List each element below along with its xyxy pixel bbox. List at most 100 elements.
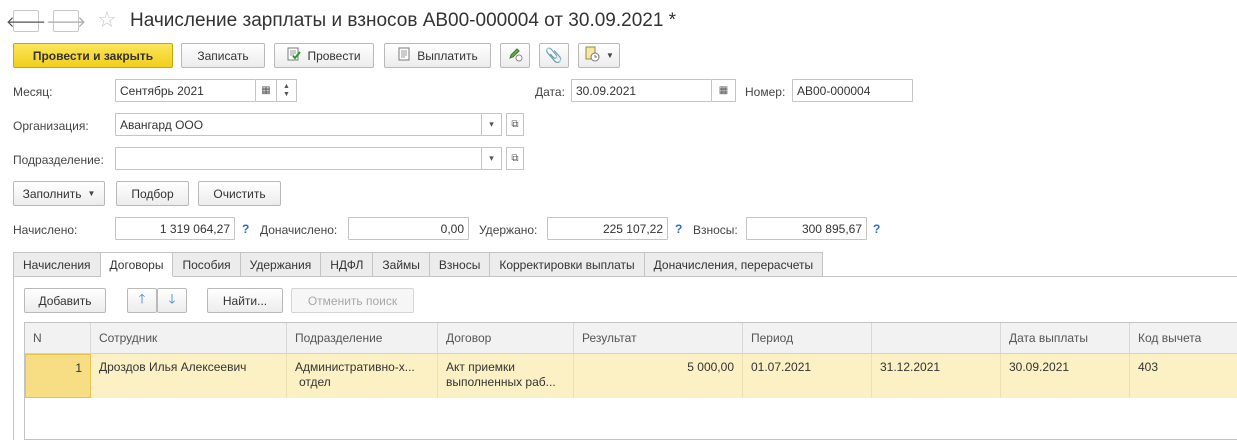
extra-accrued-label: Доначислено: (260, 223, 338, 237)
chevron-down-icon: ▼ (606, 51, 614, 60)
tab-loans[interactable]: Займы (373, 252, 430, 277)
save-button[interactable]: Записать (181, 43, 265, 68)
post-and-close-button[interactable]: Провести и закрыть (13, 43, 173, 68)
column-header-deduction-code[interactable]: Код вычета (1130, 323, 1237, 354)
column-header-contract[interactable]: Договор (438, 323, 574, 354)
number-label: Номер: (745, 85, 786, 99)
page-title: Начисление зарплаты и взносов АВ00-00000… (130, 10, 677, 31)
cell-period-to[interactable]: 31.12.2021 (872, 354, 1001, 398)
star-icon[interactable]: ☆ (97, 7, 117, 33)
pencil-icon (507, 46, 523, 65)
cell-result[interactable]: 5 000,00 (574, 354, 743, 398)
month-label: Месяц: (13, 85, 53, 99)
tab-recalculations[interactable]: Доначисления, перерасчеты (644, 252, 824, 277)
find-button[interactable]: Найти... (207, 288, 283, 313)
chevron-up-icon: ▲ (283, 82, 290, 90)
open-icon: ⧉ (511, 119, 519, 130)
cell-department[interactable]: Административно-х... отдел (287, 354, 438, 398)
department-label: Подразделение: (13, 153, 104, 167)
tab-contracts[interactable]: Договоры (100, 252, 174, 277)
paperclip-icon: 📎 (545, 47, 563, 63)
post-icon (287, 47, 302, 64)
tab-deductions[interactable]: Удержания (240, 252, 322, 277)
accrued-help-icon[interactable]: ? (242, 222, 249, 236)
cell-contract-line1: Акт приемки (446, 360, 515, 374)
select-button[interactable]: Подбор (116, 181, 189, 206)
move-down-button[interactable]: 🡓 (157, 288, 187, 313)
calendar-icon: ▦ (718, 85, 729, 96)
contributions-label: Взносы: (693, 223, 738, 237)
department-open-button[interactable]: ⧉ (506, 147, 524, 170)
organization-open-button[interactable]: ⧉ (506, 113, 524, 136)
arrow-right-icon: 🡒 (45, 13, 87, 31)
tab-ndfl[interactable]: НДФЛ (321, 252, 374, 277)
chevron-down-icon: ▾ (489, 119, 494, 129)
arrow-down-icon: 🡓 (168, 290, 176, 306)
column-header-pay-date[interactable]: Дата выплаты (1001, 323, 1130, 354)
date-calendar-button[interactable]: ▦ (712, 79, 736, 102)
organization-field[interactable]: Авангард ООО (115, 113, 482, 136)
column-header-department[interactable]: Подразделение (287, 323, 438, 354)
contracts-table: N Сотрудник Подразделение Договор Резуль… (24, 322, 1237, 440)
column-header-period-end[interactable] (872, 323, 1001, 354)
month-field[interactable]: Сентябрь 2021 (115, 79, 256, 102)
attachment-button[interactable]: 📎 (539, 43, 569, 68)
clear-button[interactable]: Очистить (198, 181, 281, 206)
cancel-search-button[interactable]: Отменить поиск (291, 288, 414, 313)
chevron-down-icon: ▾ (489, 153, 494, 163)
cell-contract[interactable]: Акт приемки выполненных раб... (438, 354, 574, 398)
cell-department-line2: отдел (299, 375, 331, 389)
pay-icon (397, 47, 411, 64)
column-header-n[interactable]: N (25, 323, 91, 354)
calendar-icon: ▦ (261, 85, 271, 96)
fill-button-label: Заполнить (22, 186, 82, 201)
tab-bar: Начисления Договоры Пособия Удержания НД… (13, 252, 824, 277)
department-dropdown-button[interactable]: ▾ (482, 147, 502, 170)
pay-button[interactable]: Выплатить (384, 43, 491, 68)
post-button[interactable]: Провести (274, 43, 374, 68)
chevron-down-icon: ▼ (283, 90, 290, 98)
withheld-value: 225 107,22 (547, 217, 668, 240)
arrow-left-icon: 🡐 (5, 13, 47, 31)
tab-contributions[interactable]: Взносы (429, 252, 491, 277)
cell-department-line1: Административно-х... (295, 360, 415, 374)
column-header-result[interactable]: Результат (574, 323, 743, 354)
cell-period-from[interactable]: 01.07.2021 (743, 354, 872, 398)
tab-accruals[interactable]: Начисления (13, 252, 101, 277)
date-label: Дата: (535, 85, 565, 99)
add-button[interactable]: Добавить (24, 288, 106, 313)
arrow-up-icon: 🡑 (138, 290, 146, 306)
edit-button[interactable] (500, 43, 530, 68)
move-up-button[interactable]: 🡑 (127, 288, 157, 313)
department-field[interactable] (115, 147, 482, 170)
post-button-label: Провести (307, 48, 361, 63)
column-header-employee[interactable]: Сотрудник (91, 323, 287, 354)
contributions-help-icon[interactable]: ? (873, 222, 880, 236)
pay-button-label: Выплатить (417, 48, 478, 63)
back-button[interactable]: 🡐 (6, 10, 46, 32)
contributions-value: 300 895,67 (746, 217, 867, 240)
accrued-label: Начислено: (13, 223, 78, 237)
extra-accrued-value: 0,00 (348, 217, 469, 240)
number-field[interactable]: АВ00-000004 (792, 79, 913, 102)
withheld-help-icon[interactable]: ? (675, 222, 682, 236)
month-stepper[interactable]: ▲ ▼ (277, 79, 297, 102)
chevron-down-icon: ▼ (87, 189, 96, 198)
cell-n[interactable]: 1 (25, 354, 91, 398)
date-field[interactable]: 30.09.2021 (571, 79, 712, 102)
open-icon: ⧉ (511, 153, 519, 164)
document-clock-icon (584, 46, 600, 65)
organization-dropdown-button[interactable]: ▾ (482, 113, 502, 136)
forward-button[interactable]: 🡒 (46, 10, 86, 32)
tab-payment-adjustments[interactable]: Корректировки выплаты (490, 252, 645, 277)
cell-employee[interactable]: Дроздов Илья Алексеевич (91, 354, 287, 398)
column-header-period[interactable]: Период (743, 323, 872, 354)
print-menu-button[interactable]: ▼ (578, 43, 620, 68)
cell-deduction-code[interactable]: 403 (1130, 354, 1237, 398)
month-calendar-button[interactable]: ▦ (256, 79, 277, 102)
fill-button[interactable]: Заполнить ▼ (13, 181, 105, 206)
tab-benefits[interactable]: Пособия (173, 252, 241, 277)
cell-pay-date[interactable]: 30.09.2021 (1001, 354, 1130, 398)
cell-contract-line2: выполненных раб... (446, 375, 556, 389)
withheld-label: Удержано: (479, 223, 538, 237)
